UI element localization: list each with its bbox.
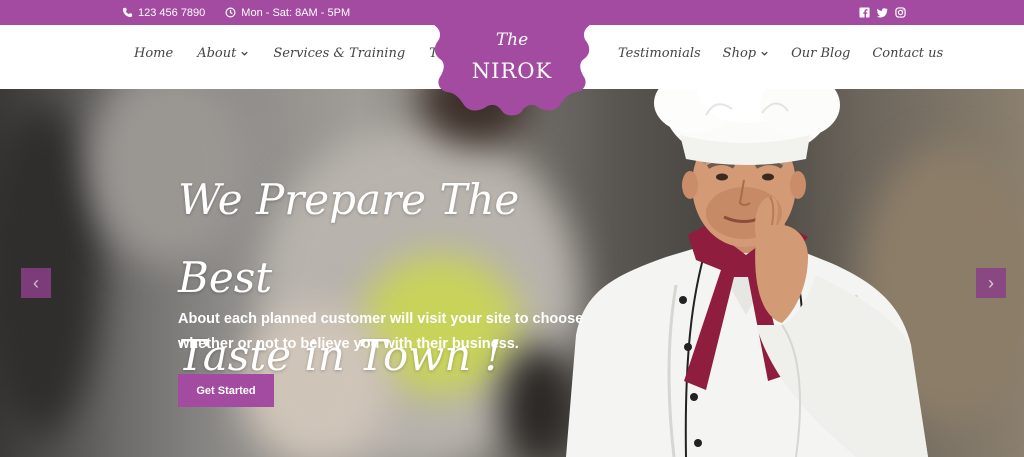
nav-testimonials-label: Testimonials [618, 45, 701, 61]
nav-services-training[interactable]: Services & Training [273, 46, 405, 61]
chevron-down-icon [761, 51, 768, 56]
chevron-down-icon [241, 51, 248, 56]
chevron-right-icon: › [988, 273, 994, 293]
nav-left-group: Home About Services & Training Team [134, 25, 465, 81]
phone-number[interactable]: 123 456 7890 [138, 7, 205, 19]
hours-group: Mon - Sat: 8AM - 5PM [225, 7, 350, 19]
contact-info: 123 456 7890 Mon - Sat: 8AM - 5PM [122, 0, 364, 25]
phone-group[interactable]: 123 456 7890 [122, 7, 205, 19]
hero-subtitle: About each planned customer will visit y… [178, 307, 588, 357]
nav-home-label: Home [134, 45, 174, 61]
slider-prev-button[interactable]: ‹ [21, 268, 51, 298]
hero-slider: We Prepare The Best Taste in Town ! Abou… [0, 85, 1024, 457]
nav-home[interactable]: Home [134, 46, 173, 61]
nav-our-blog[interactable]: Our Blog [791, 46, 850, 61]
get-started-button[interactable]: Get Started [178, 374, 274, 407]
site-logo[interactable]: The NIROK [434, 25, 590, 95]
chevron-left-icon: ‹ [33, 273, 39, 293]
clock-icon [225, 7, 236, 18]
nav-about-label: About [197, 45, 237, 61]
hero-title-line1: We Prepare The Best [178, 175, 520, 302]
twitter-icon[interactable] [877, 7, 888, 18]
phone-icon [122, 7, 133, 18]
logo-the: The [495, 30, 529, 50]
chef-image [566, 85, 928, 457]
nav-contact-label: Contact us [872, 45, 944, 61]
hero-subtitle-line1: About each planned customer will visit y… [178, 311, 584, 327]
nav-testimonials[interactable]: Testimonials [618, 46, 701, 61]
facebook-icon[interactable] [859, 7, 870, 18]
social-links [859, 0, 906, 25]
business-hours: Mon - Sat: 8AM - 5PM [241, 6, 351, 19]
nav-shop-label: Shop [722, 45, 757, 61]
nav-contact-us[interactable]: Contact us [872, 46, 943, 61]
hero-title: We Prepare The Best Taste in Town ! [178, 161, 598, 395]
hero-subtitle-line2: whether or not to believe you with their… [178, 336, 519, 352]
logo-name: NIROK [471, 59, 553, 83]
nav-about[interactable]: About [197, 46, 249, 61]
instagram-icon[interactable] [895, 7, 906, 18]
slider-next-button[interactable]: › [976, 268, 1006, 298]
nav-blog-label: Our Blog [791, 45, 851, 61]
top-bar: 123 456 7890 Mon - Sat: 8AM - 5PM [0, 0, 1024, 25]
nav-right-group: Testimonials Shop Our Blog Contact us [618, 25, 943, 81]
nav-services-label: Services & Training [273, 45, 406, 61]
nav-shop[interactable]: Shop [723, 46, 769, 61]
